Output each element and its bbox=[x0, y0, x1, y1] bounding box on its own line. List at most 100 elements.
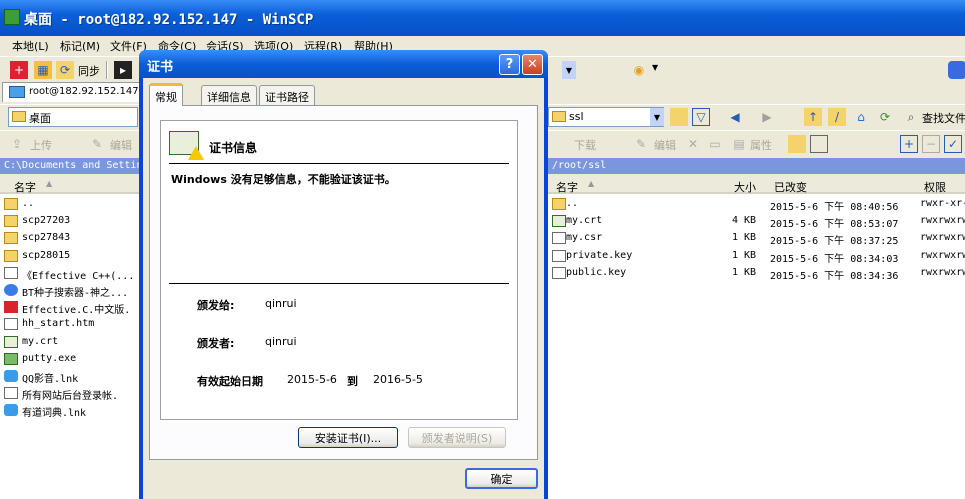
remote-file-changed: 2015-5-6 下午 08:53:07 bbox=[770, 219, 899, 231]
window-title-bar[interactable]: 桌面 - root@182.92.152.147 - WinSCP bbox=[0, 0, 965, 36]
up-folder-icon bbox=[4, 198, 18, 210]
home-icon[interactable]: ⌂ bbox=[852, 108, 870, 126]
certificate-info-box: 证书信息 Windows 没有足够信息，不能验证该证书。 颁发给: qinrui… bbox=[160, 120, 518, 420]
local-edit-button[interactable]: 编辑 bbox=[110, 137, 132, 153]
local-file-row[interactable]: 《Effective C++(... bbox=[0, 265, 146, 282]
properties-button[interactable]: 属性 bbox=[750, 137, 772, 153]
parent-dir-icon[interactable]: ↑ bbox=[804, 108, 822, 126]
remote-col-rights[interactable]: 权限 bbox=[924, 179, 946, 195]
window-title: 桌面 - root@182.92.152.147 - WinSCP bbox=[24, 12, 314, 28]
remote-file-row[interactable]: .. 2015-5-6 下午 08:40:56 rwxr-xr- bbox=[548, 196, 965, 213]
remote-file-name: my.csr bbox=[566, 232, 603, 244]
remote-col-name[interactable]: 名字 bbox=[556, 179, 578, 195]
terminal-icon[interactable]: ▸ bbox=[114, 61, 132, 79]
file-icon bbox=[552, 249, 566, 262]
sync-icon[interactable]: ⟳ bbox=[56, 61, 74, 79]
chevron-down-icon[interactable]: ▼ bbox=[650, 108, 664, 126]
check-icon[interactable]: ✓ bbox=[944, 135, 962, 153]
local-file-row[interactable]: 所有网站后台登录帐. bbox=[0, 385, 146, 402]
remote-edit-button[interactable]: 编辑 bbox=[654, 137, 676, 153]
local-file-row[interactable]: my.crt bbox=[0, 334, 146, 351]
remote-file-row[interactable]: private.key 1 KB 2015-5-6 下午 08:34:03 rw… bbox=[548, 248, 965, 265]
forward-icon[interactable]: ▶ bbox=[758, 108, 776, 126]
issuer-statement-button[interactable]: 颁发者说明(S) bbox=[408, 427, 506, 448]
local-path-combo[interactable]: 桌面 bbox=[8, 107, 138, 127]
text-file-icon bbox=[4, 387, 18, 400]
edit-icon[interactable]: ✎ bbox=[88, 135, 106, 153]
download-button[interactable]: 下载 bbox=[574, 137, 596, 153]
new-folder-icon[interactable] bbox=[788, 135, 806, 153]
root-dir-icon[interactable]: / bbox=[828, 108, 846, 126]
help-button[interactable]: ? bbox=[499, 54, 520, 75]
open-folder-icon[interactable] bbox=[670, 108, 688, 126]
filter-icon[interactable]: ▽ bbox=[692, 108, 710, 126]
globe-icon[interactable]: ◉ bbox=[630, 61, 648, 79]
properties-icon[interactable]: ▤ bbox=[730, 135, 748, 153]
remote-file-name: my.crt bbox=[566, 215, 603, 227]
edit-icon[interactable]: ✎ bbox=[632, 135, 650, 153]
session-tab-label: root@182.92.152.147 bbox=[29, 86, 139, 97]
find-files-button[interactable]: 查找文件 bbox=[922, 110, 965, 126]
new-file-icon[interactable] bbox=[810, 135, 828, 153]
add-icon[interactable]: + bbox=[10, 61, 28, 79]
install-certificate-button[interactable]: 安装证书(I)... bbox=[298, 427, 398, 448]
local-file-row[interactable]: putty.exe bbox=[0, 351, 146, 368]
menu-local[interactable]: 本地(L) bbox=[12, 38, 49, 54]
remote-path-value: ssl bbox=[569, 110, 584, 123]
remote-path-combo[interactable]: ssl bbox=[548, 107, 664, 127]
dialog-title-bar[interactable]: 证书 ? ✕ bbox=[139, 50, 548, 78]
remote-file-row[interactable]: my.csr 1 KB 2015-5-6 下午 08:37:25 rwxrwxr… bbox=[548, 230, 965, 247]
remote-file-panel[interactable]: 名字 ▲ 大小 已改变 权限 .. 2015-5-6 下午 08:40:56 r… bbox=[548, 176, 965, 499]
upload-icon[interactable]: ⇪ bbox=[8, 135, 26, 153]
upload-button[interactable]: 上传 bbox=[30, 137, 52, 153]
local-column-header[interactable]: 名字 ▲ bbox=[0, 176, 146, 194]
sync-button[interactable]: 同步 bbox=[78, 63, 100, 79]
local-file-row[interactable]: scp27203 bbox=[0, 213, 146, 230]
local-file-name: hh_start.htm bbox=[22, 318, 95, 330]
divider bbox=[169, 283, 509, 284]
minus-icon[interactable]: − bbox=[922, 135, 940, 153]
local-file-row[interactable]: hh_start.htm bbox=[0, 316, 146, 333]
sort-ascending-icon: ▲ bbox=[46, 179, 53, 188]
desktop-icon bbox=[12, 111, 26, 122]
html-icon bbox=[4, 318, 18, 331]
tab-cert-path[interactable]: 证书路径 bbox=[259, 85, 315, 105]
remote-col-size[interactable]: 大小 bbox=[734, 179, 756, 195]
tab-general[interactable]: 常规 bbox=[149, 83, 183, 106]
remote-file-size: 4 KB bbox=[732, 215, 757, 227]
local-file-name: scp27843 bbox=[22, 232, 71, 244]
local-file-row[interactable]: 有道词典.lnk bbox=[0, 402, 146, 419]
chevron-down-icon[interactable]: ▼ bbox=[652, 63, 658, 72]
close-button[interactable]: ✕ bbox=[522, 54, 543, 75]
queue-icon[interactable]: ▦ bbox=[34, 61, 52, 79]
back-icon[interactable]: ◀ bbox=[726, 108, 744, 126]
toolbar-separator bbox=[106, 61, 108, 79]
local-file-row[interactable]: BT种子搜索器-神之... bbox=[0, 282, 146, 299]
rename-icon[interactable]: ▭ bbox=[706, 135, 724, 153]
remote-col-changed[interactable]: 已改变 bbox=[774, 179, 807, 195]
find-icon[interactable]: ⌕ bbox=[902, 108, 920, 126]
refresh-icon[interactable]: ⟳ bbox=[876, 108, 894, 126]
local-file-row[interactable]: Effective.C.中文版. bbox=[0, 299, 146, 316]
local-file-row[interactable]: scp28015 bbox=[0, 248, 146, 265]
local-col-name[interactable]: 名字 bbox=[14, 179, 36, 195]
ok-button[interactable]: 确定 bbox=[465, 468, 538, 489]
local-file-panel[interactable]: 名字 ▲ .. scp27203 scp27843 scp28015 《Effe… bbox=[0, 176, 146, 499]
local-file-name: my.crt bbox=[22, 335, 59, 347]
chevron-down-icon[interactable]: ▼ bbox=[562, 61, 576, 79]
delete-icon[interactable]: ✕ bbox=[684, 135, 702, 153]
plus-icon[interactable]: + bbox=[900, 135, 918, 153]
sort-ascending-icon: ▲ bbox=[588, 179, 595, 188]
tab-session[interactable]: root@182.92.152.147 bbox=[2, 82, 142, 102]
local-file-row[interactable]: QQ影音.lnk bbox=[0, 368, 146, 385]
local-file-row[interactable]: .. bbox=[0, 196, 146, 213]
local-file-name: scp27203 bbox=[22, 215, 71, 227]
remote-file-row[interactable]: my.crt 4 KB 2015-5-6 下午 08:53:07 rwxrwxr… bbox=[548, 213, 965, 230]
remote-column-header[interactable]: 名字 ▲ 大小 已改变 权限 bbox=[548, 176, 965, 194]
local-file-row[interactable]: scp27843 bbox=[0, 230, 146, 247]
tab-details[interactable]: 详细信息 bbox=[201, 85, 257, 105]
file-icon bbox=[552, 232, 566, 245]
menu-mark[interactable]: 标记(M) bbox=[60, 38, 100, 54]
valid-from-value: 2015-5-6 bbox=[287, 373, 337, 386]
remote-file-row[interactable]: public.key 1 KB 2015-5-6 下午 08:34:36 rwx… bbox=[548, 265, 965, 282]
